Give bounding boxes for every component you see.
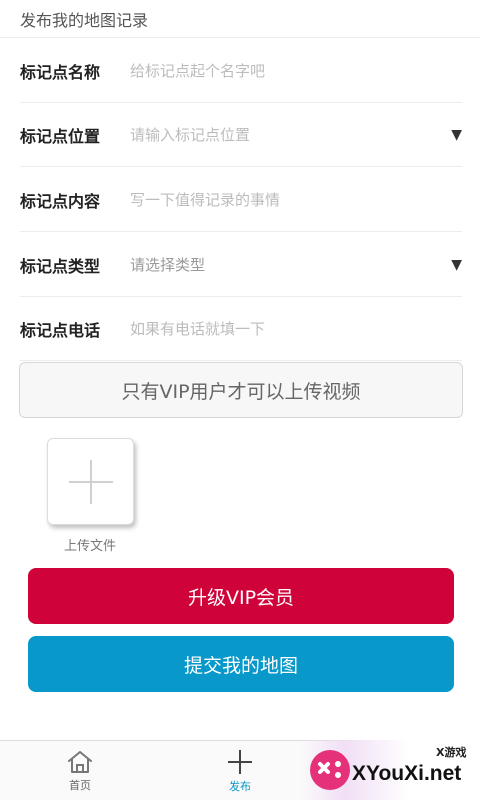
upload-file-button[interactable] [47, 438, 134, 525]
plus-icon [228, 749, 252, 774]
type-select[interactable]: 请选择类型 [130, 254, 448, 275]
location-input[interactable] [130, 125, 448, 144]
watermark-text: XYouXi.net [352, 762, 462, 785]
upgrade-vip-button[interactable]: 升级VIP会员 [28, 568, 454, 624]
page-title-text: 发布我的地图记录 [20, 10, 149, 30]
nav-publish-label: 发布 [229, 779, 251, 793]
nav-item-publish[interactable]: 发布 [160, 741, 320, 800]
content-input[interactable] [130, 190, 462, 209]
form-row-phone: 标记点电话 [20, 297, 462, 361]
upload-file-label: 上传文件 [63, 539, 116, 554]
type-dropdown-icon[interactable]: ▼ [448, 257, 462, 273]
nav-home-label: 首页 [69, 778, 91, 792]
form-row-name: 标记点名称 [20, 39, 462, 103]
home-icon [68, 750, 92, 773]
form-row-type[interactable]: 标记点类型 请选择类型 ▼ [20, 233, 462, 297]
watermark-small-text: X游戏 [436, 746, 467, 759]
name-input[interactable] [130, 61, 462, 80]
watermark: X游戏 XYouXi.net [300, 740, 480, 800]
form-row-location: 标记点位置 ▼ [20, 103, 462, 167]
type-label: 标记点类型 [20, 256, 101, 276]
page-title: 发布我的地图记录 [0, 0, 480, 38]
name-label: 标记点名称 [20, 62, 101, 82]
location-dropdown-icon[interactable]: ▼ [448, 127, 462, 143]
nav-item-home[interactable]: 首页 [0, 741, 160, 800]
upload-plus-icon-vertical [90, 460, 92, 504]
vip-video-upload-notice[interactable]: 只有VIP用户才可以上传视频 [19, 362, 463, 418]
location-label: 标记点位置 [20, 126, 101, 146]
content-label: 标记点内容 [20, 191, 101, 211]
phone-label: 标记点电话 [20, 320, 101, 340]
phone-input[interactable] [130, 319, 462, 338]
vip-video-notice-text: 只有VIP用户才可以上传视频 [121, 380, 361, 403]
gamepad-logo-icon [310, 750, 350, 790]
form-row-content: 标记点内容 [20, 168, 462, 232]
submit-map-button[interactable]: 提交我的地图 [28, 636, 454, 692]
